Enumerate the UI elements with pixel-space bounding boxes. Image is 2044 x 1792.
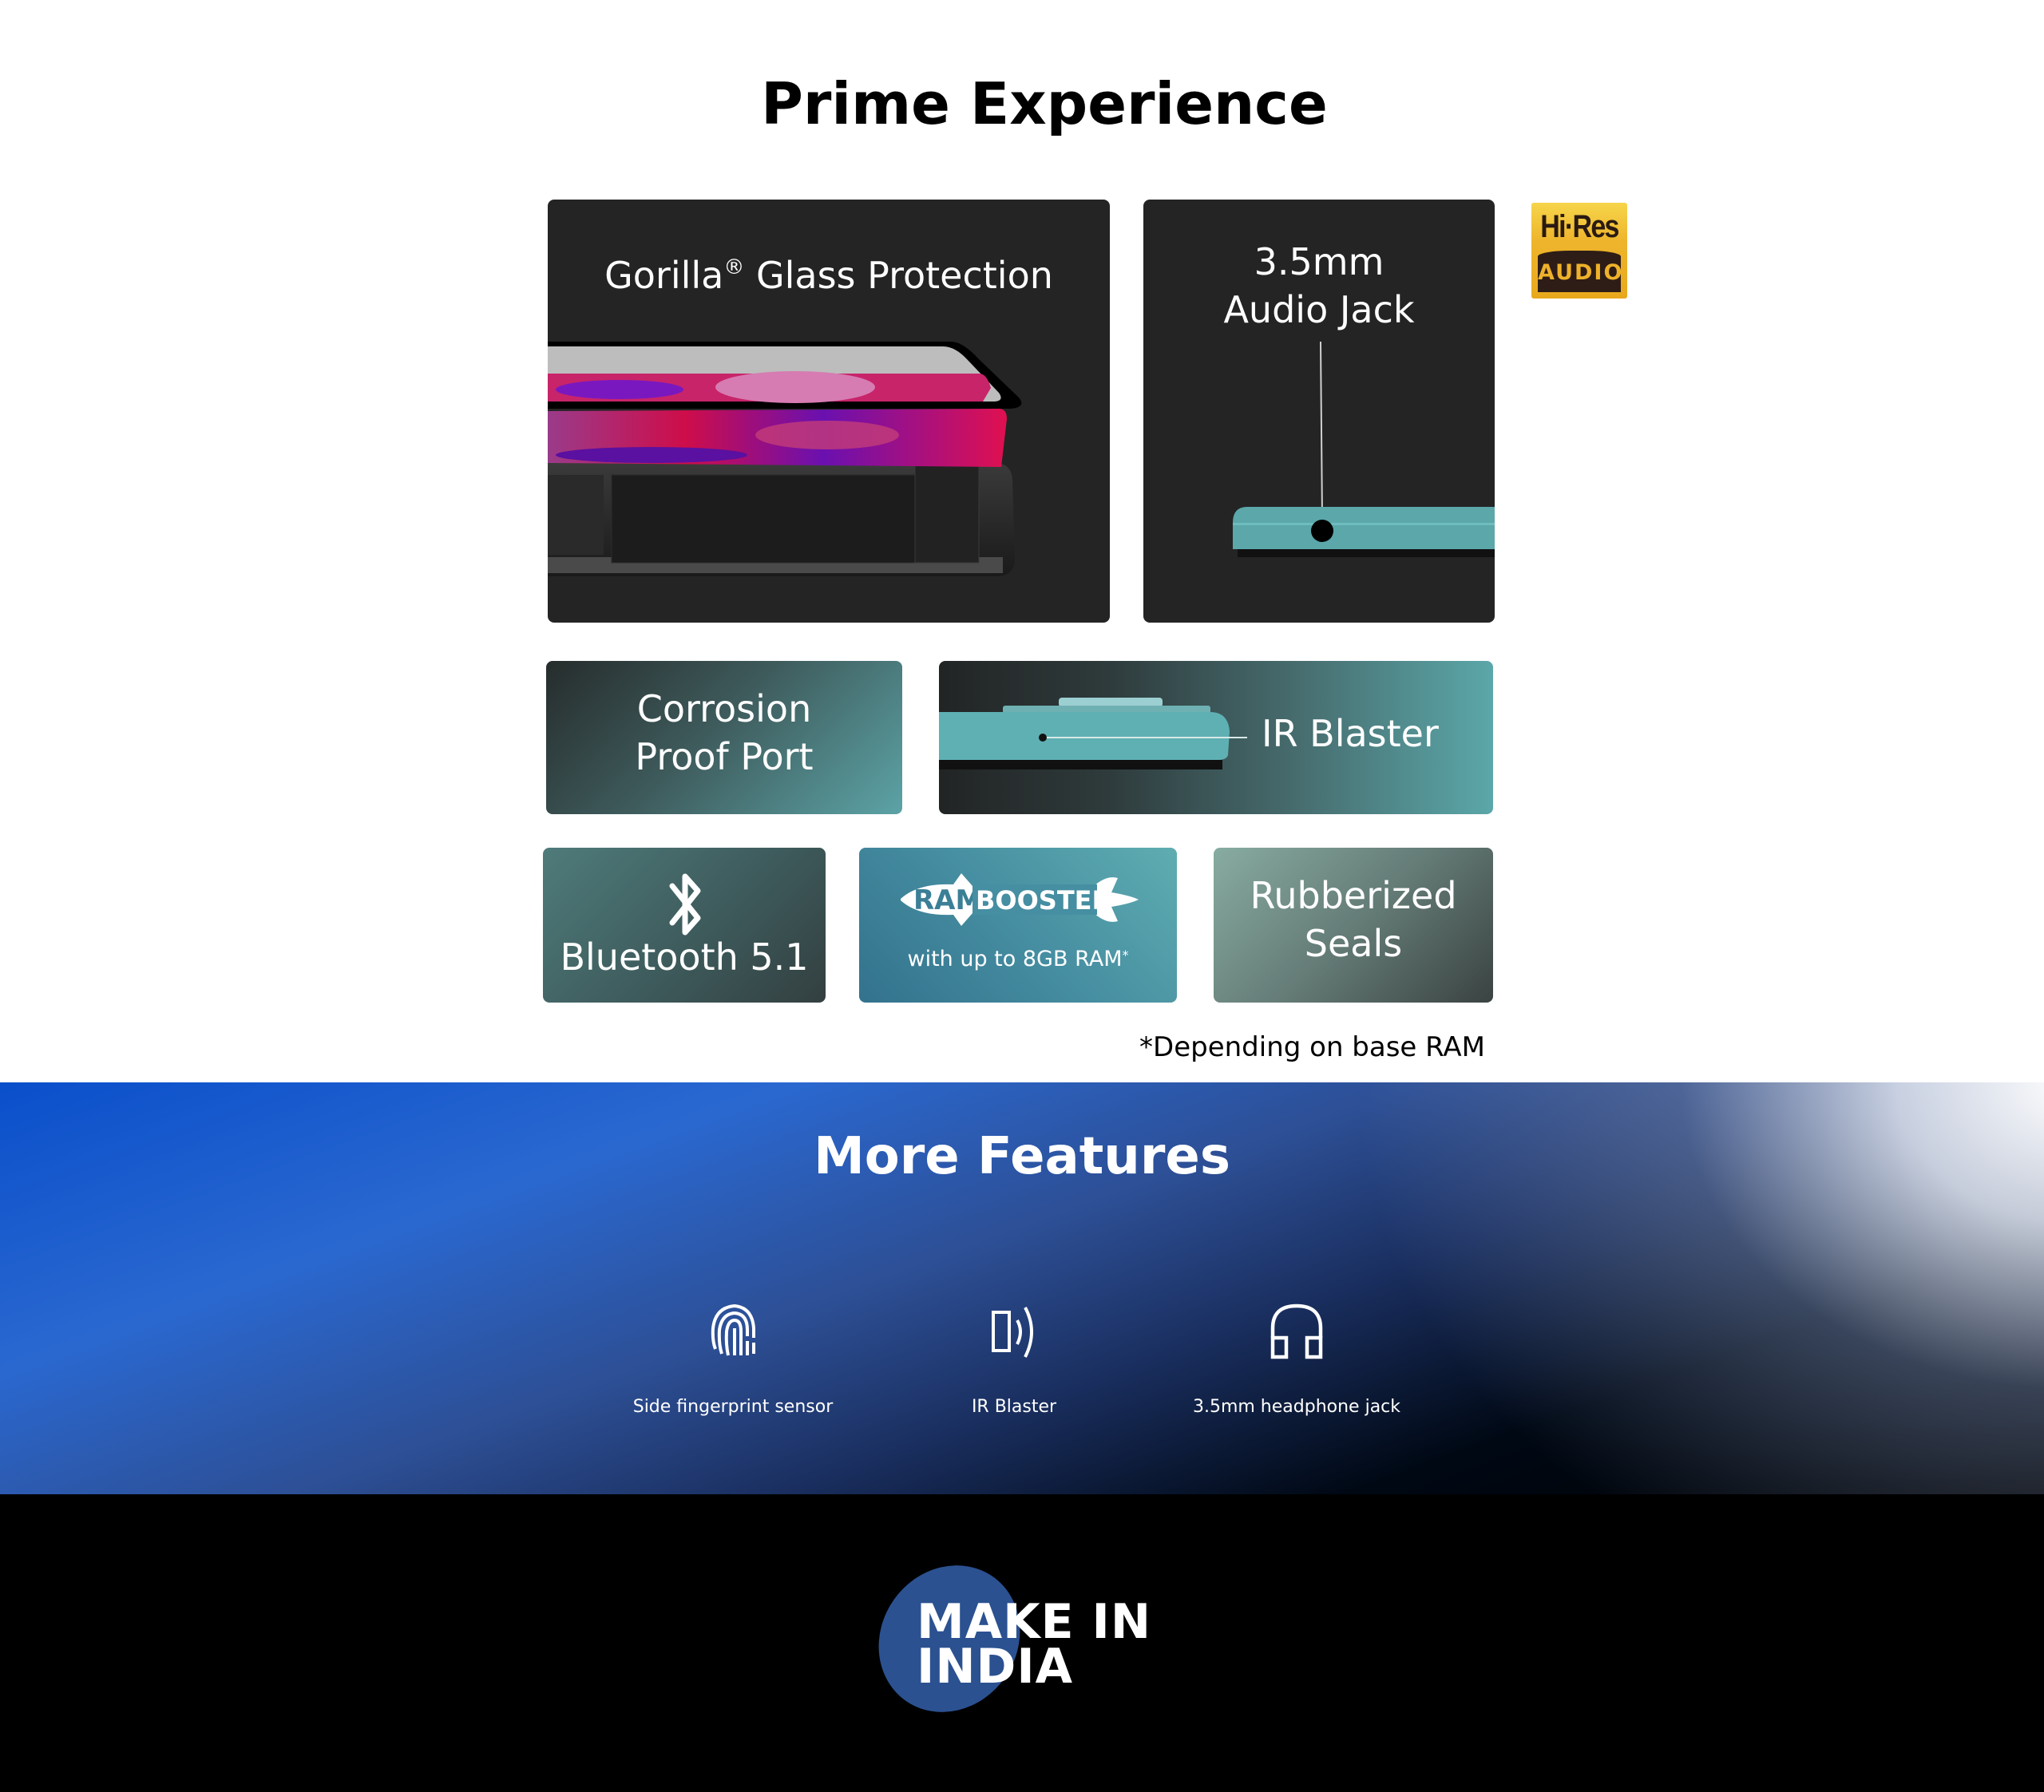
ram-booster-logo: RAM BOOSTER (901, 873, 1139, 926)
phone-edge-illustration (1233, 341, 1495, 557)
audio-jack-card: 3.5mm Audio Jack (1143, 200, 1495, 623)
ram-booster-card: RAM BOOSTER with up to 8GB RAM* (859, 848, 1177, 1003)
ram-logo-text: RAM (913, 884, 982, 916)
ir-blaster-icon (992, 1307, 1033, 1358)
rubberized-seals-title: Rubberized Seals (1250, 874, 1457, 965)
hi-res-audio-badge: Hi·Res AUDIO (1531, 203, 1627, 299)
make-in-india-logo: MAKE IN INDIA (917, 1594, 1152, 1695)
rubberized-seals-card: Rubberized Seals (1214, 848, 1493, 1003)
fingerprint-icon (711, 1303, 755, 1356)
gorilla-glass-card: Gorilla® Glass Protection (548, 200, 1110, 623)
corrosion-proof-title: Corrosion Proof Port (635, 687, 814, 778)
section-title: More Features (814, 1127, 1230, 1186)
footnote: *Depending on base RAM (1139, 1031, 1485, 1063)
headphones-icon (1270, 1303, 1323, 1359)
bluetooth-card: Bluetooth 5.1 (543, 848, 826, 1003)
feature-label: 3.5mm headphone jack (1192, 1397, 1401, 1417)
feature-item: 3.5mm headphone jack (1153, 1296, 1440, 1417)
phone-exploded-illustration (548, 342, 1022, 576)
page-title: Prime Experience (761, 70, 1328, 137)
ir-blaster-card: IR Blaster (939, 661, 1493, 814)
ram-booster-subtitle: with up to 8GB RAM* (907, 947, 1129, 971)
feature-item: IR Blaster (870, 1296, 1158, 1417)
feature-label: IR Blaster (971, 1397, 1057, 1417)
feature-label: Side fingerprint sensor (632, 1397, 834, 1417)
corrosion-proof-card: Corrosion Proof Port (546, 661, 902, 814)
bluetooth-title: Bluetooth 5.1 (560, 936, 809, 979)
booster-logo-text: BOOSTER (976, 885, 1111, 916)
feature-item: Side fingerprint sensor (589, 1296, 877, 1417)
bluetooth-icon (669, 873, 701, 936)
ir-blaster-title: IR Blaster (1262, 712, 1439, 755)
